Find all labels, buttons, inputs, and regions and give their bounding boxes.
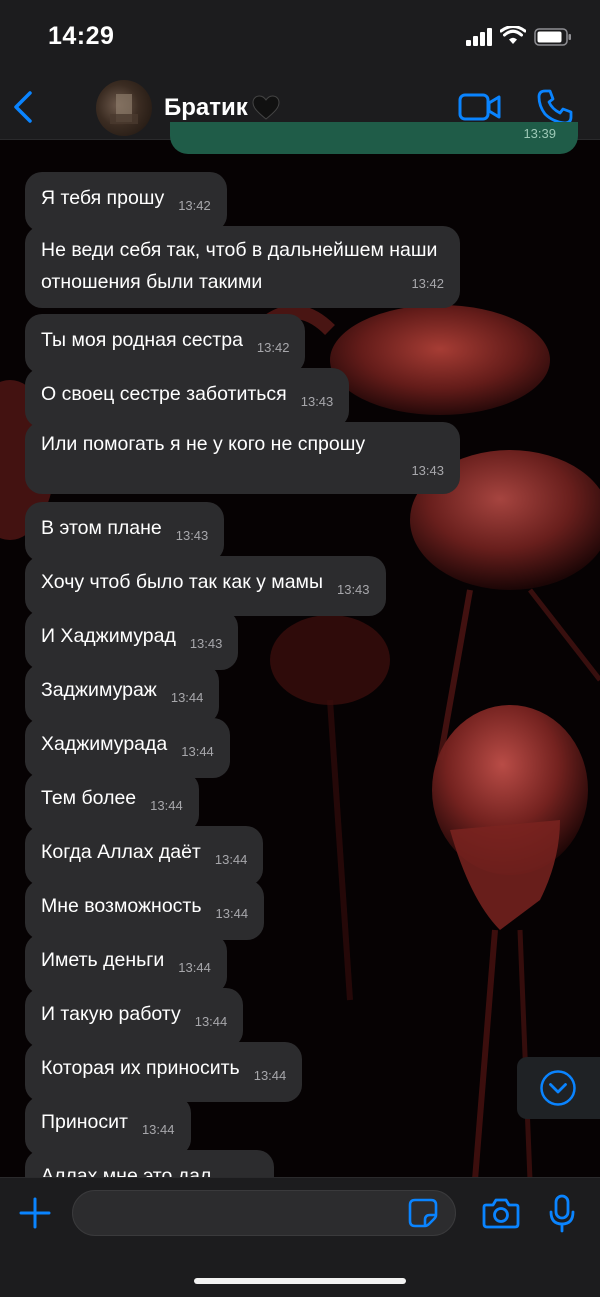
message-text: И Хаджимурад: [41, 625, 176, 647]
scroll-to-bottom-button[interactable]: [517, 1057, 600, 1119]
message-time: 13:42: [256, 340, 290, 355]
message-time: 13:44: [150, 798, 183, 813]
message-bubble[interactable]: Ты моя родная сестра 13:42: [25, 314, 306, 374]
black-heart-icon: [252, 95, 280, 120]
message-text: Тем более: [41, 787, 137, 809]
message-text: Ты моя родная сестра: [41, 329, 243, 351]
message-time: 13:43: [300, 394, 334, 409]
message-bubble[interactable]: Заджимураж 13:44: [25, 664, 220, 724]
message-text: Заджимураж: [41, 679, 157, 701]
home-indicator: [194, 1278, 406, 1284]
message-text: Которая их приносить: [41, 1057, 240, 1079]
message-bubble[interactable]: И Хаджимурад 13:43: [25, 610, 239, 670]
message-bubble[interactable]: Тем более 13:44: [25, 772, 199, 832]
message-text: Приносит: [41, 1111, 128, 1133]
video-camera-icon: [458, 93, 501, 121]
message-input-bar: [0, 1177, 600, 1297]
message-text: Или помогать я не у кого не спрошу: [41, 433, 366, 455]
plus-icon: [19, 1197, 51, 1229]
message-time: 13:43: [336, 582, 370, 597]
message-time: 13:44: [181, 744, 214, 759]
battery-icon: [534, 28, 571, 46]
message-bubble[interactable]: Иметь деньги 13:44: [25, 934, 227, 994]
message-bubble[interactable]: Приносит 13:44: [25, 1096, 191, 1156]
message-time: 13:44: [215, 906, 249, 921]
chevron-left-icon: [14, 91, 32, 123]
message-bubble[interactable]: Хаджимурада 13:44: [25, 718, 230, 778]
contact-name[interactable]: Братик: [164, 94, 280, 122]
phone-icon: [537, 89, 573, 125]
status-time: 14:29: [48, 22, 115, 50]
back-button[interactable]: [10, 90, 36, 124]
message-text: Аллах мне это дал: [41, 1165, 212, 1177]
message-time: 13:44: [178, 960, 211, 975]
sticker-button[interactable]: [408, 1198, 438, 1228]
message-text: О своец сестре заботиться: [41, 383, 287, 405]
message-text: Мне возможность: [41, 895, 202, 917]
message-text: Я тебя прошу: [41, 187, 165, 209]
message-text: И такую работу: [41, 1003, 181, 1025]
message-time: 13:44: [214, 852, 248, 867]
message-bubble[interactable]: Или помогать я не у кого не спрошу 13:43: [25, 422, 460, 494]
message-bubble[interactable]: Аллах мне это дал 13:44: [25, 1150, 274, 1177]
message-time: 13:44: [170, 690, 204, 705]
message-bubble[interactable]: Хочу чтоб было так как у мамы 13:43: [25, 556, 386, 616]
avatar[interactable]: [96, 80, 152, 136]
message-time: 13:43: [411, 463, 444, 478]
message-input[interactable]: [72, 1190, 456, 1236]
message-list[interactable]: Я тебя прошу 13:42 Не веди себя так, чтоб…: [0, 140, 600, 1177]
message-bubble[interactable]: В этом плане 13:43: [25, 502, 225, 562]
message-time: 13:42: [411, 276, 444, 291]
message-text: Иметь деньги: [41, 949, 165, 971]
message-time: 13:44: [253, 1068, 287, 1083]
message-bubble[interactable]: О своец сестре заботиться 13:43: [25, 368, 350, 428]
cellular-signal-icon: [466, 28, 492, 46]
message-bubble[interactable]: Когда Аллах даёт 13:44: [25, 826, 264, 886]
message-time: 13:44: [225, 1168, 258, 1177]
avatar-image: [110, 94, 138, 124]
microphone-button[interactable]: [548, 1194, 576, 1234]
voice-call-button[interactable]: [536, 88, 574, 126]
camera-button[interactable]: [482, 1196, 520, 1230]
message-bubble[interactable]: И такую работу 13:44: [25, 988, 244, 1048]
message-time: 13:44: [141, 1122, 175, 1137]
message-time: 13:44: [194, 1014, 228, 1029]
message-text: Когда Аллах даёт: [41, 841, 201, 863]
message-bubble[interactable]: Мне возможность 13:44: [25, 880, 265, 940]
contact-name-text: Братик: [164, 94, 248, 121]
message-text: Хочу чтоб было так как у мамы: [41, 571, 323, 593]
attach-button[interactable]: [18, 1196, 52, 1230]
message-text: Хаджимурада: [41, 733, 168, 755]
message-time: 13:43: [189, 636, 223, 651]
message-bubble[interactable]: Которая их приносить 13:44: [25, 1042, 303, 1102]
microphone-icon: [549, 1194, 575, 1233]
message-time: 13:42: [178, 198, 211, 213]
wifi-icon: [500, 26, 526, 44]
message-bubble[interactable]: Я тебя прошу 13:42: [25, 172, 227, 232]
video-call-button[interactable]: [458, 90, 502, 124]
sticker-icon: [408, 1198, 438, 1228]
camera-icon: [482, 1198, 520, 1229]
message-time: 13:43: [175, 528, 209, 543]
message-bubble[interactable]: Не веди себя так, чтоб в дальнейшем наши…: [25, 226, 460, 308]
status-bar: 14:29: [0, 0, 600, 76]
message-text: В этом плане: [41, 517, 162, 539]
chevron-down-circle-icon: [540, 1070, 576, 1106]
message-text: Не веди себя так, чтоб в дальнейшем наши…: [41, 239, 438, 293]
previous-message-time: 13:39: [523, 126, 556, 141]
